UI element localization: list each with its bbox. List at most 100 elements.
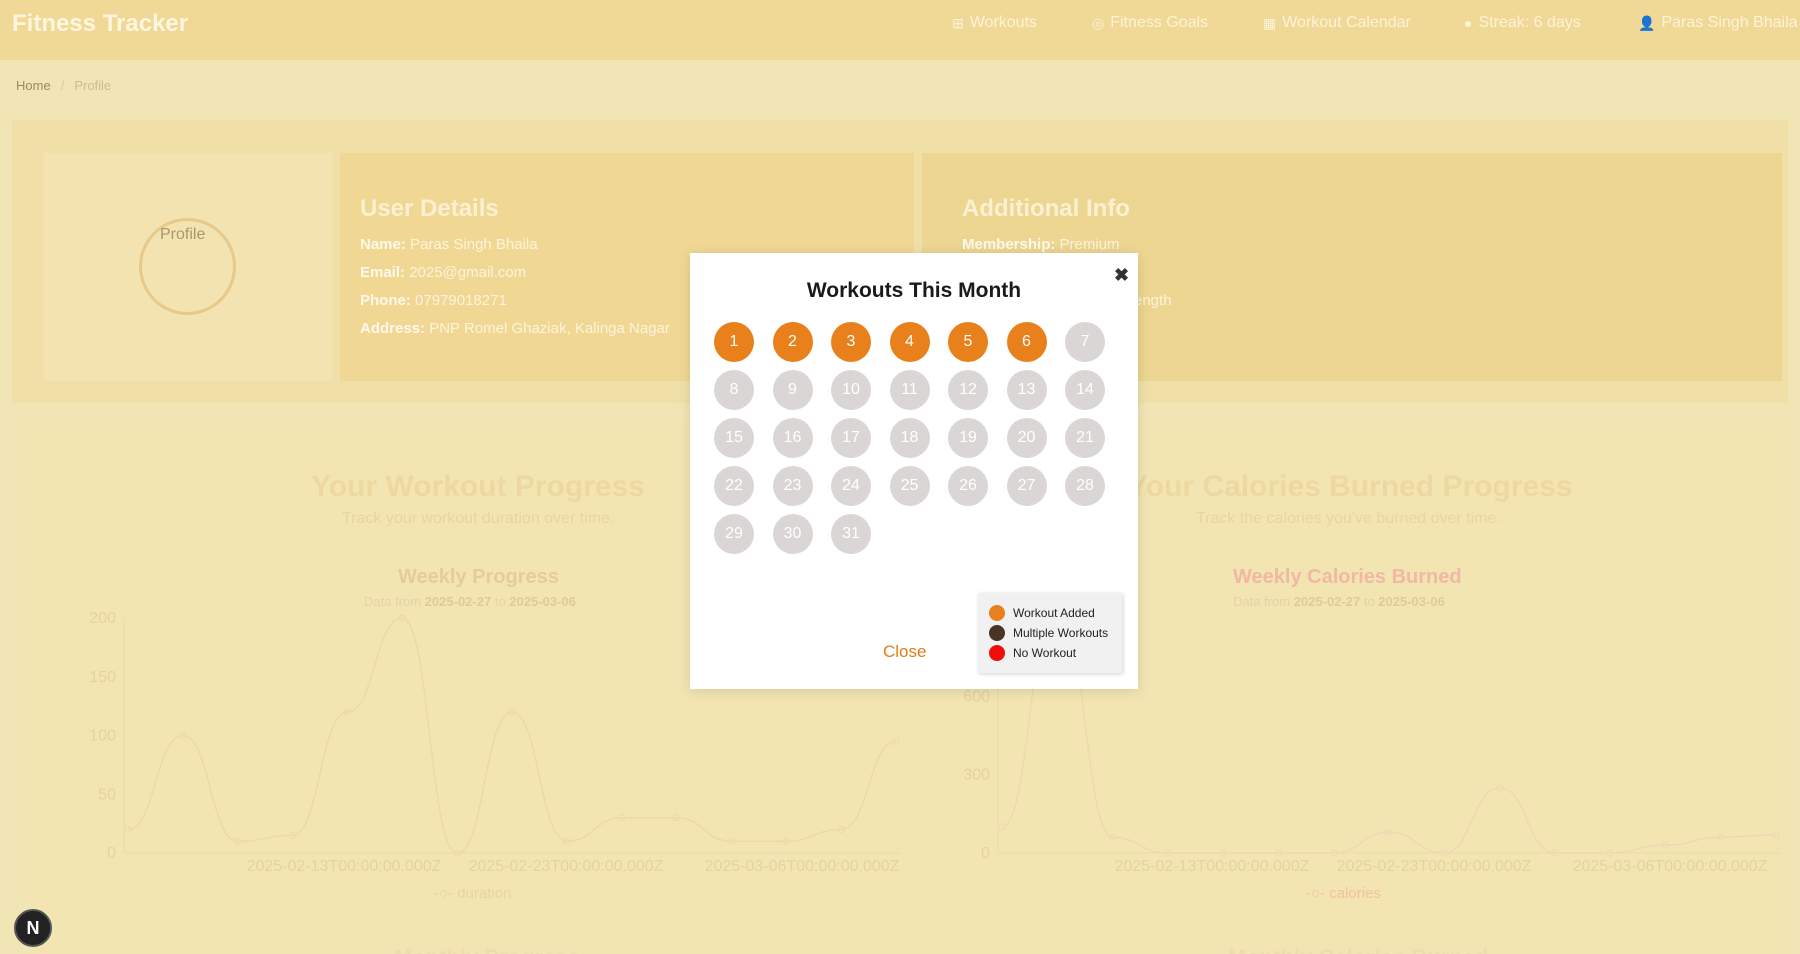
day-17[interactable]: 17 [831,418,871,458]
breadcrumb: Home / Profile [16,78,111,93]
day-19[interactable]: 19 [948,418,988,458]
nav-item-label: Streak: 6 days [1478,14,1581,31]
y-tick-label: 600 [963,688,990,705]
day-6[interactable]: 6 [1006,322,1047,362]
day-16[interactable]: 16 [772,418,813,458]
nav-item-fitness-goals[interactable]: ◎ Fitness Goals [1092,14,1208,32]
day-grid: 1 2 3 4 5 6 7 8 9 10 11 12 13 14 15 16 17 18 19 20 21 22 23 24 2… [714,322,1105,554]
calories-progress-title: Your Calories Burned Progress [1128,470,1573,503]
detail-email-value: 2025@gmail.com [409,264,527,281]
day-30[interactable]: 30 [772,514,813,554]
x-tick-label: 2025-02-23T00:00:00.000Z [469,858,664,875]
date-to: 2025-03-06 [509,594,576,609]
day-3[interactable]: 3 [831,322,871,362]
brand-logo[interactable]: Fitness Tracker [12,10,188,38]
day-7[interactable]: 7 [1065,322,1105,362]
legend-item-multiple-workouts: Multiple Workouts [989,625,1108,641]
day-25[interactable]: 25 [889,466,930,506]
y-tick-label: 0 [107,845,116,862]
day-2[interactable]: 2 [772,322,813,362]
detail-membership: Membership: Premium [962,236,1120,253]
detail-address: Address: PNP Romel Ghaziak, Kalinga Naga… [360,320,670,337]
legend-item-label: Multiple Workouts [1013,626,1109,640]
red-dot-icon [989,645,1005,661]
weekly-progress-title: Weekly Progress [398,566,559,588]
day-26[interactable]: 26 [948,466,988,506]
day-15[interactable]: 15 [714,418,754,458]
x-tick-label: 2025-02-23T00:00:00.000Z [1337,858,1532,875]
workout-progress-title: Your Workout Progress [311,470,645,503]
day-5[interactable]: 5 [948,322,988,362]
avatar-alt-text: Profile [160,226,206,243]
x-tick-label: 2025-03-06T00:00:00.000Z [705,858,900,875]
detail-membership-label: Membership: [962,236,1056,253]
close-icon[interactable]: ✖ [1114,265,1129,286]
legend-item-label: No Workout [1013,646,1077,660]
day-23[interactable]: 23 [772,466,813,506]
y-tick-label: 300 [963,767,990,784]
day-29[interactable]: 29 [714,514,754,554]
dumbbell-icon: ⊞ [952,14,964,31]
date-prefix: Data from [364,594,422,609]
nav-item-label: Fitness Goals [1110,14,1209,31]
target-icon: ◎ [1092,14,1105,31]
streak-icon: ● [1464,15,1473,31]
breadcrumb-home[interactable]: Home [16,78,51,93]
modal-title: Workouts This Month [806,279,1022,302]
x-tick-label: 2025-02-13T00:00:00.000Z [247,858,442,875]
legend-item-label: Workout Added [1013,606,1095,620]
nav-item-workouts[interactable]: ⊞ Workouts [952,14,1037,32]
dark-dot-icon [989,625,1005,641]
date-to-word: to [494,594,506,609]
day-14[interactable]: 14 [1065,370,1105,410]
nav-item-streak[interactable]: ● Streak: 6 days [1464,14,1581,32]
user-icon: 👤 [1638,14,1656,31]
detail-phone-label: Phone: [360,292,411,309]
weekly-progress-date-range: Data from 2025-02-27 to 2025-03-06 [364,594,576,609]
workouts-month-modal: Workouts This Month ✖ 1 2 3 4 5 6 7 8 9 10 11 12 13 1… [690,253,1138,689]
detail-name: Name: Paras Singh Bhaila [360,236,538,253]
dev-tools-button[interactable]: N [14,909,52,947]
x-tick-label: 2025-03-06T00:00:00.000Z [1573,858,1768,875]
nav-item-profile[interactable]: 👤 Paras Singh Bhaila [1638,14,1798,32]
detail-membership-value: Premium [1059,236,1120,253]
day-12[interactable]: 12 [948,370,988,410]
day-31[interactable]: 31 [831,514,871,554]
detail-email: Email: 2025@gmail.com [360,264,526,281]
day-18[interactable]: 18 [889,418,930,458]
day-21[interactable]: 21 [1065,418,1105,458]
day-10[interactable]: 10 [831,370,871,410]
orange-dot-icon [989,605,1005,621]
day-11[interactable]: 11 [889,370,930,410]
calories-legend[interactable]: -○- calories [1306,885,1381,902]
workout-progress-subtitle: Track your workout duration over time. [342,510,615,527]
detail-email-label: Email: [360,264,406,281]
breadcrumb-separator: / [60,78,65,93]
detail-address-label: Address: [360,320,426,337]
day-24[interactable]: 24 [831,466,871,506]
day-13[interactable]: 13 [1006,370,1047,410]
detail-partial: ength [1134,292,1172,309]
monthly-progress-title: Monthly Progress [394,945,580,954]
weekly-calories-date-range: Data from 2025-02-27 to 2025-03-06 [1233,594,1445,609]
day-1[interactable]: 1 [714,322,754,362]
day-22[interactable]: 22 [714,466,754,506]
day-9[interactable]: 9 [772,370,813,410]
monthly-calories-title: Monthly Calories Burned [1228,945,1488,954]
calendar-icon: ▦ [1263,14,1277,31]
day-20[interactable]: 20 [1006,418,1047,458]
nav-item-label: Workouts [969,14,1038,31]
close-button[interactable]: Close [883,642,926,662]
day-28[interactable]: 28 [1065,466,1105,506]
calendar-legend: Workout Added Multiple Workouts No Worko… [978,593,1122,673]
y-tick-label: 0 [981,845,990,862]
calories-progress-subtitle: Track the calories you've burned over ti… [1196,510,1501,527]
nav-item-label: Workout Calendar [1282,14,1411,31]
day-27[interactable]: 27 [1006,466,1047,506]
day-4[interactable]: 4 [889,322,930,362]
nav-item-workout-calendar[interactable]: ▦ Workout Calendar [1263,14,1411,32]
detail-name-label: Name: [360,236,406,253]
day-8[interactable]: 8 [714,370,754,410]
nav-item-label: Paras Singh Bhaila [1661,14,1798,31]
duration-legend[interactable]: -○- duration [434,885,511,902]
